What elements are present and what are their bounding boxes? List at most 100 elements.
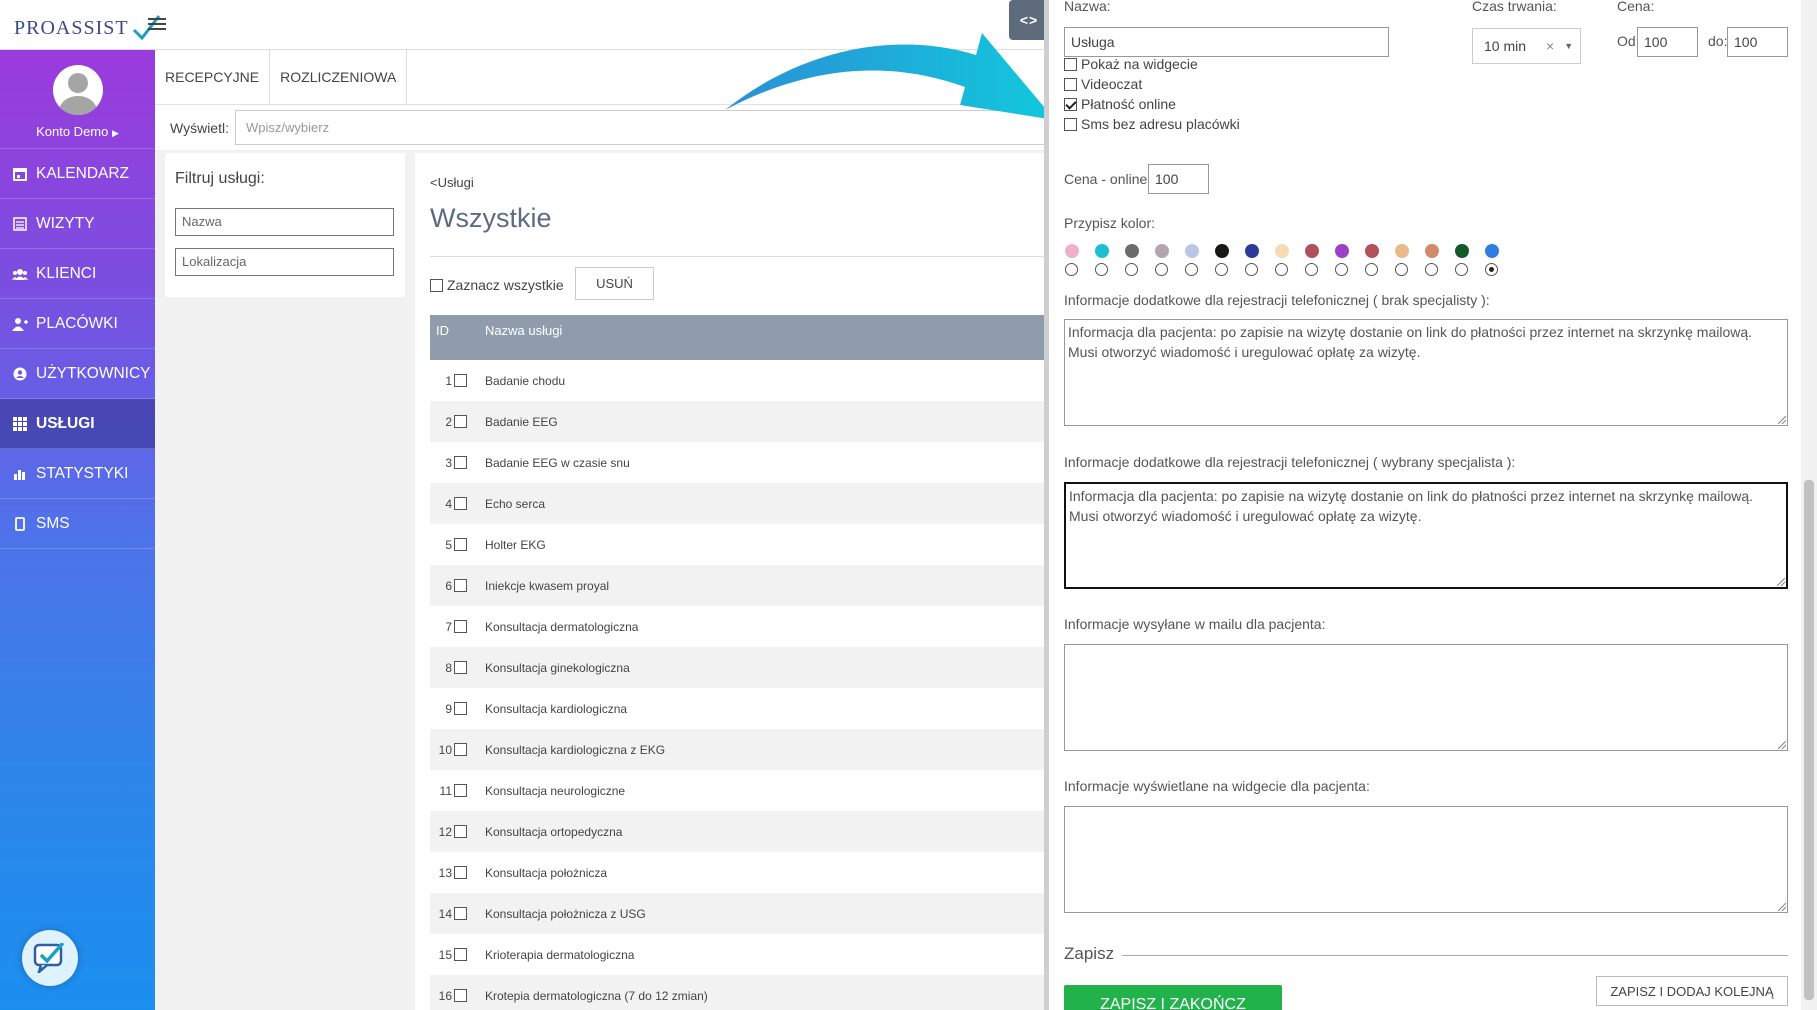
color-swatch[interactable] bbox=[1125, 244, 1139, 258]
table-row[interactable]: 8 Konsultacja ginekologiczna bbox=[430, 647, 1045, 688]
table-row[interactable]: 3 Badanie EEG w czasie snu bbox=[430, 442, 1045, 483]
color-option[interactable] bbox=[1154, 244, 1184, 276]
app-logo[interactable]: PROASSIST bbox=[14, 14, 161, 42]
table-row[interactable]: 6 Iniekcje kwasem proyal bbox=[430, 565, 1045, 606]
row-service-name[interactable]: Konsultacja dermatologiczna bbox=[485, 620, 638, 634]
row-service-name[interactable]: Badanie EEG w czasie snu bbox=[485, 456, 630, 470]
color-option[interactable] bbox=[1094, 244, 1124, 276]
tab-recepcyjne[interactable]: RECEPCYJNE bbox=[155, 50, 271, 105]
color-radio[interactable] bbox=[1395, 263, 1408, 276]
row-service-name[interactable]: Badanie EEG bbox=[485, 415, 558, 429]
row-checkbox[interactable] bbox=[454, 907, 467, 920]
tab-rozliczeniowa[interactable]: ROZLICZENIOWA bbox=[270, 50, 408, 105]
sidebar-item-usługi[interactable]: USŁUGI bbox=[0, 399, 155, 449]
row-checkbox[interactable] bbox=[454, 374, 467, 387]
table-row[interactable]: 9 Konsultacja kardiologiczna bbox=[430, 688, 1045, 729]
row-checkbox[interactable] bbox=[454, 497, 467, 510]
color-swatch[interactable] bbox=[1215, 244, 1229, 258]
select-all-checkbox[interactable] bbox=[430, 278, 443, 292]
color-option[interactable] bbox=[1394, 244, 1424, 276]
color-radio[interactable] bbox=[1095, 263, 1108, 276]
clear-icon[interactable]: × bbox=[1546, 38, 1554, 54]
color-swatch[interactable] bbox=[1155, 244, 1169, 258]
table-row[interactable]: 10 Konsultacja kardiologiczna z EKG bbox=[430, 729, 1045, 770]
row-checkbox[interactable] bbox=[454, 784, 467, 797]
save-and-finish-button[interactable]: ZAPISZ I ZAKOŃCZ bbox=[1064, 985, 1282, 1010]
row-service-name[interactable]: Iniekcje kwasem proyal bbox=[485, 579, 609, 593]
table-row[interactable]: 16 Krotepia dermatologiczna (7 do 12 zmia… bbox=[430, 975, 1045, 1010]
resize-grip-icon[interactable] bbox=[1778, 416, 1786, 424]
color-radio[interactable] bbox=[1365, 263, 1378, 276]
color-radio[interactable] bbox=[1185, 263, 1198, 276]
color-option[interactable] bbox=[1214, 244, 1244, 276]
sidebar-item-statystyki[interactable]: STATYSTYKI bbox=[0, 449, 155, 499]
row-service-name[interactable]: Krotepia dermatologiczna (7 do 12 zmian) bbox=[485, 989, 708, 1003]
color-swatch[interactable] bbox=[1335, 244, 1349, 258]
table-row[interactable]: 13 Konsultacja położnicza bbox=[430, 852, 1045, 893]
color-radio[interactable] bbox=[1305, 263, 1318, 276]
sidebar-item-wizyty[interactable]: WIZYTY bbox=[0, 199, 155, 249]
name-input[interactable]: Usługa bbox=[1064, 27, 1389, 57]
scrollbar[interactable] bbox=[1801, 0, 1817, 1010]
row-checkbox[interactable] bbox=[454, 661, 467, 674]
color-swatch[interactable] bbox=[1395, 244, 1409, 258]
row-service-name[interactable]: Konsultacja położnicza z USG bbox=[485, 907, 646, 921]
color-swatch[interactable] bbox=[1095, 244, 1109, 258]
option-checkbox[interactable] bbox=[1064, 57, 1077, 71]
table-row[interactable]: 7 Konsultacja dermatologiczna bbox=[430, 606, 1045, 647]
select-all[interactable]: Zaznacz wszystkie bbox=[430, 277, 564, 293]
color-swatch[interactable] bbox=[1245, 244, 1259, 258]
row-checkbox[interactable] bbox=[454, 702, 467, 715]
option-4[interactable]: Sms bez adresu placówki bbox=[1064, 116, 1240, 132]
color-swatch[interactable] bbox=[1455, 244, 1469, 258]
color-option[interactable] bbox=[1424, 244, 1454, 276]
info-mail-textarea[interactable] bbox=[1064, 644, 1788, 751]
option-2[interactable]: Videoczat bbox=[1064, 76, 1142, 92]
sidebar-item-użytkownicy[interactable]: UŻYTKOWNICY bbox=[0, 349, 155, 399]
scrollbar-thumb[interactable] bbox=[1804, 480, 1814, 1000]
row-checkbox[interactable] bbox=[454, 948, 467, 961]
row-service-name[interactable]: Konsultacja ginekologiczna bbox=[485, 661, 630, 675]
color-option[interactable] bbox=[1274, 244, 1304, 276]
header-id[interactable]: ID bbox=[430, 323, 485, 338]
color-radio[interactable] bbox=[1125, 263, 1138, 276]
option-3[interactable]: Płatność online bbox=[1064, 96, 1176, 112]
sidebar-item-klienci[interactable]: KLIENCI bbox=[0, 249, 155, 299]
option-1[interactable]: Pokaż na widgecie bbox=[1064, 56, 1198, 72]
color-option[interactable] bbox=[1304, 244, 1334, 276]
panel-toggle-button[interactable]: <> bbox=[1009, 0, 1049, 40]
color-swatch[interactable] bbox=[1425, 244, 1439, 258]
color-option[interactable] bbox=[1364, 244, 1394, 276]
chat-logo-icon[interactable] bbox=[22, 930, 78, 986]
delete-button[interactable]: USUŃ bbox=[575, 267, 654, 300]
row-service-name[interactable]: Echo serca bbox=[485, 497, 545, 511]
info-phone-no-specialist-textarea[interactable]: Informacja dla pacjenta: po zapisie na w… bbox=[1064, 319, 1788, 426]
color-swatch[interactable] bbox=[1365, 244, 1379, 258]
color-radio[interactable] bbox=[1455, 263, 1468, 276]
row-service-name[interactable]: Holter EKG bbox=[485, 538, 546, 552]
info-widget-textarea[interactable] bbox=[1064, 806, 1788, 913]
color-swatch[interactable] bbox=[1065, 244, 1079, 258]
header-name[interactable]: Nazwa usługi bbox=[485, 323, 562, 338]
table-row[interactable]: 14 Konsultacja położnicza z USG bbox=[430, 893, 1045, 934]
color-option[interactable] bbox=[1244, 244, 1274, 276]
row-service-name[interactable]: Krioterapia dermatologiczna bbox=[485, 948, 634, 962]
row-checkbox[interactable] bbox=[454, 538, 467, 551]
row-checkbox[interactable] bbox=[454, 456, 467, 469]
color-swatch[interactable] bbox=[1305, 244, 1319, 258]
save-and-add-button[interactable]: ZAPISZ I DODAJ KOLEJNĄ bbox=[1596, 976, 1788, 1006]
resize-grip-icon[interactable] bbox=[1778, 903, 1786, 911]
color-radio[interactable] bbox=[1065, 263, 1078, 276]
sidebar-item-kalendarz[interactable]: KALENDARZ bbox=[0, 149, 155, 199]
duration-select[interactable]: 10 min × ▼ bbox=[1472, 28, 1581, 64]
option-checkbox[interactable] bbox=[1064, 117, 1077, 131]
color-radio[interactable] bbox=[1155, 263, 1168, 276]
table-row[interactable]: 15 Krioterapia dermatologiczna bbox=[430, 934, 1045, 975]
color-option[interactable] bbox=[1334, 244, 1364, 276]
color-option[interactable] bbox=[1124, 244, 1154, 276]
option-checkbox[interactable] bbox=[1064, 97, 1077, 111]
color-swatch[interactable] bbox=[1185, 244, 1199, 258]
row-checkbox[interactable] bbox=[454, 743, 467, 756]
table-row[interactable]: 12 Konsultacja ortopedyczna bbox=[430, 811, 1045, 852]
option-checkbox[interactable] bbox=[1064, 77, 1077, 91]
